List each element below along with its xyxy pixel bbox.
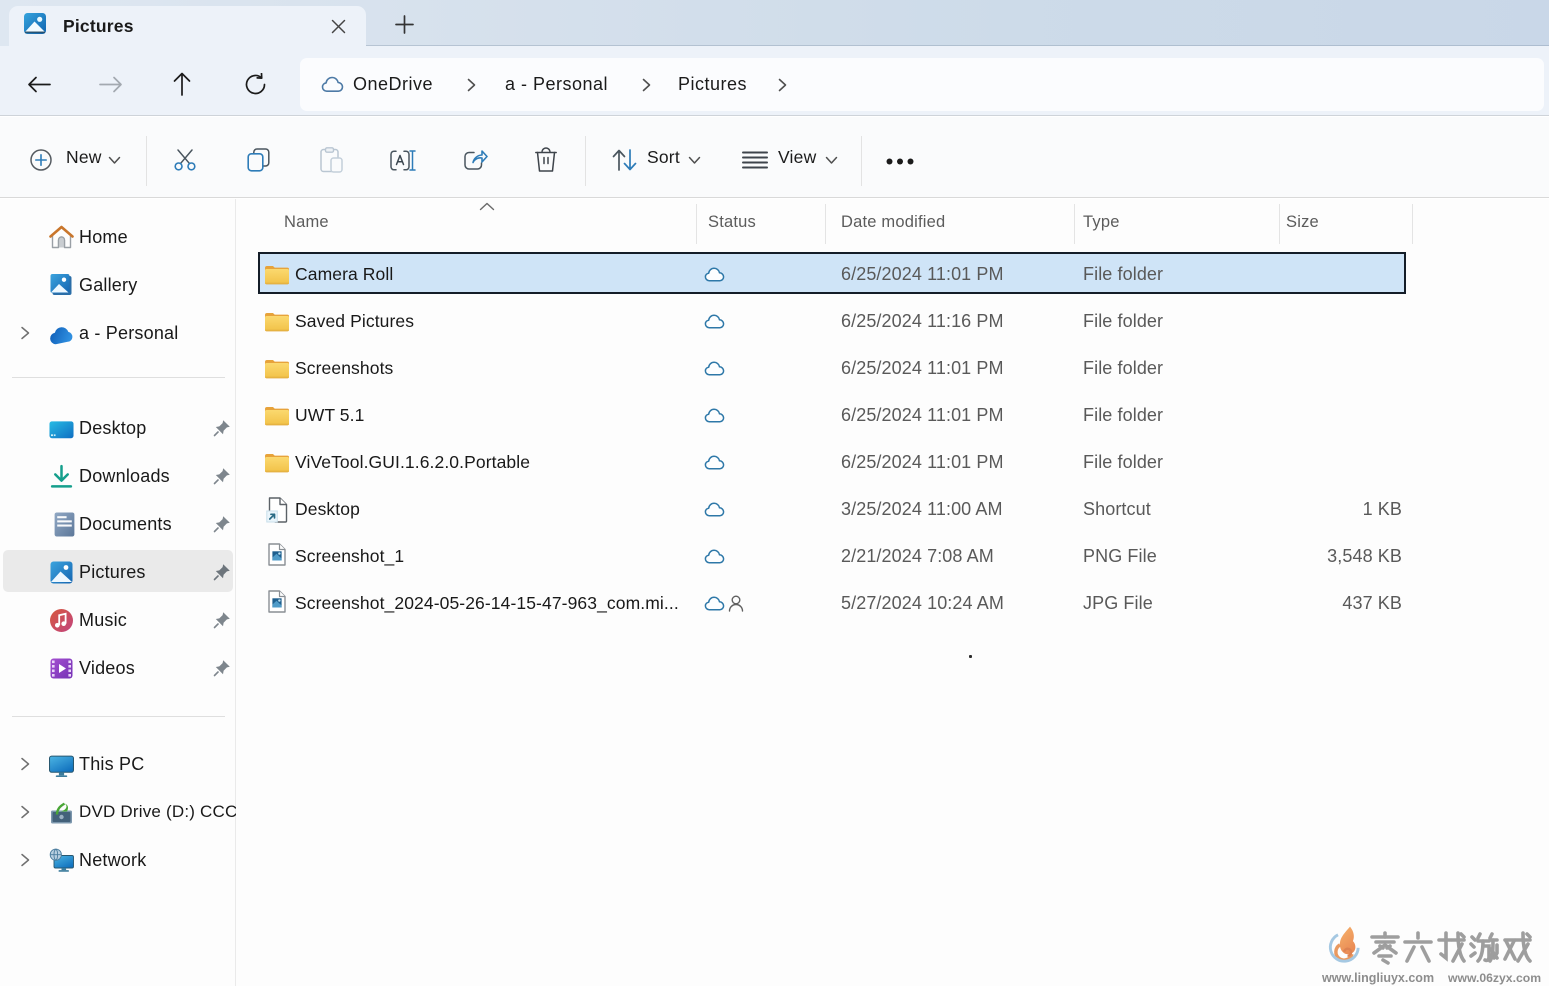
svg-text:www.lingliuyx.com: www.lingliuyx.com bbox=[1321, 971, 1434, 985]
svg-text:www.06zyx.com: www.06zyx.com bbox=[1447, 971, 1541, 985]
